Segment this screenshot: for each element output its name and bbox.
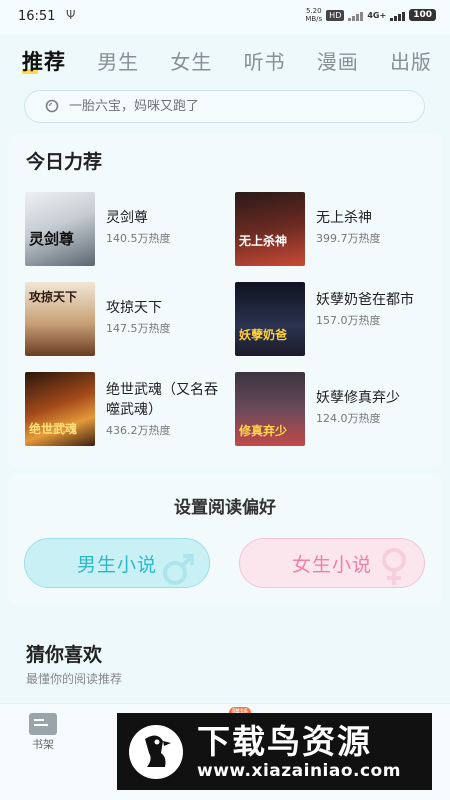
book-item[interactable]: 绝世武魂 绝世武魂（又名吞噬武魂） 436.2万热度	[25, 372, 225, 448]
book-heat: 140.5万热度	[106, 232, 171, 245]
book-heat: 399.7万热度	[316, 232, 381, 245]
book-title: 攻掠天下	[106, 300, 162, 316]
book-info: 妖孽修真弃少 124.0万热度	[316, 372, 436, 448]
female-novel-button[interactable]: 女生小说	[239, 538, 425, 588]
book-cover: 妖孽奶爸	[235, 282, 305, 356]
battery-icon: 100	[409, 9, 436, 21]
search-icon	[45, 99, 59, 112]
status-indicators: 5.20 MB/s HD 4G+ 100	[305, 7, 436, 23]
book-info: 灵剑尊 140.5万热度	[106, 192, 226, 268]
female-symbol-icon	[382, 548, 406, 585]
network-type: 4G+	[367, 10, 387, 20]
book-info: 妖孽奶爸在都市 157.0万热度	[316, 282, 436, 358]
book-item[interactable]: 灵剑尊 灵剑尊 140.5万热度	[25, 192, 225, 268]
book-item[interactable]: 攻掠天下 攻掠天下 147.5万热度	[25, 282, 225, 358]
search-bar[interactable]	[24, 90, 425, 123]
book-cover: 攻掠天下	[25, 282, 95, 356]
book-title: 无上杀神	[316, 210, 372, 226]
book-item[interactable]: 无上杀神 无上杀神 399.7万热度	[235, 192, 435, 268]
book-heat: 157.0万热度	[316, 314, 381, 327]
bookshelf-icon	[29, 713, 57, 735]
tab-recommend[interactable]: 推荐	[22, 46, 66, 76]
bird-logo-icon	[129, 724, 183, 779]
guess-subtitle: 最懂你的阅读推荐	[26, 672, 123, 686]
nav-bookshelf[interactable]: 书架	[28, 712, 58, 752]
book-cover: 修真弃少	[235, 372, 305, 446]
preference-title: 设置阅读偏好	[174, 498, 276, 518]
book-item[interactable]: 妖孽奶爸 妖孽奶爸在都市 157.0万热度	[235, 282, 435, 358]
book-cover: 无上杀神	[235, 192, 305, 266]
watermark-url: www.xiazainiao.com	[197, 760, 401, 781]
book-item[interactable]: 修真弃少 妖孽修真弃少 124.0万热度	[235, 372, 435, 448]
male-novel-button[interactable]: 男生小说	[24, 538, 210, 588]
book-info: 无上杀神 399.7万热度	[316, 192, 436, 268]
book-heat: 124.0万热度	[316, 412, 381, 425]
book-info: 绝世武魂（又名吞噬武魂） 436.2万热度	[106, 372, 226, 448]
female-novel-label: 女生小说	[291, 553, 372, 576]
book-heat: 147.5万热度	[106, 322, 171, 335]
tab-comic[interactable]: 漫画	[317, 46, 359, 76]
book-title: 妖孽奶爸在都市	[316, 292, 414, 308]
tab-female[interactable]: 女生	[170, 46, 212, 76]
hd-badge: HD	[326, 9, 345, 21]
tab-publish[interactable]: 出版	[390, 46, 432, 76]
signal-icon	[348, 9, 364, 21]
male-novel-label: 男生小说	[76, 553, 157, 576]
book-title: 绝世武魂（又名吞噬武魂）	[106, 382, 218, 418]
category-tabs: 推荐 男生 女生 听书 漫画 出版	[22, 46, 432, 76]
book-heat: 436.2万热度	[106, 424, 171, 437]
book-cover: 灵剑尊	[25, 192, 95, 266]
status-bar: 16:51 Ψ 5.20 MB/s HD 4G+ 100	[0, 0, 450, 34]
male-symbol-icon	[163, 554, 194, 585]
book-title: 灵剑尊	[106, 210, 148, 226]
tab-audiobook[interactable]: 听书	[244, 46, 286, 76]
nav-bookshelf-label: 书架	[32, 738, 54, 751]
usb-icon: Ψ	[66, 8, 76, 22]
net-speed: 5.20 MB/s	[305, 7, 323, 23]
watermark-brand: 下载鸟资源	[197, 721, 372, 761]
signal-icon-2	[390, 9, 406, 21]
today-picks-title: 今日力荐	[26, 151, 103, 173]
book-cover: 绝世武魂	[25, 372, 95, 446]
tab-male[interactable]: 男生	[97, 46, 139, 76]
status-time: 16:51	[18, 9, 56, 24]
book-title: 妖孽修真弃少	[316, 390, 400, 406]
watermark-banner: 下载鸟资源 www.xiazainiao.com	[117, 713, 432, 790]
guess-title: 猜你喜欢	[26, 644, 103, 666]
book-info: 攻掠天下 147.5万热度	[106, 282, 226, 358]
search-input[interactable]	[69, 99, 389, 114]
